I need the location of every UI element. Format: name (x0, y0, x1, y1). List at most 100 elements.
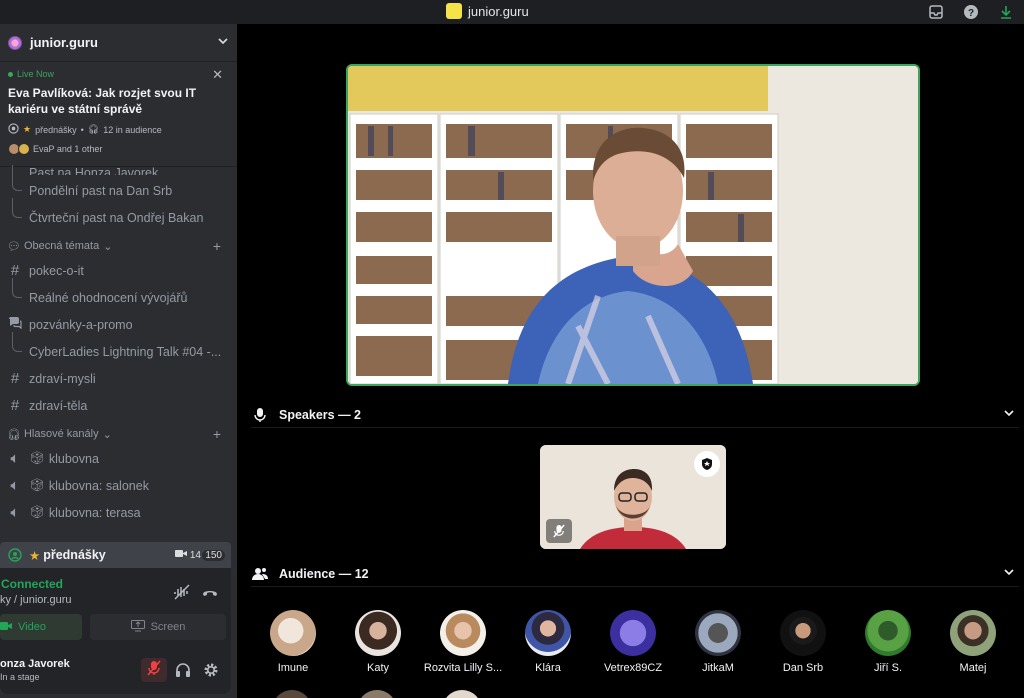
channel-label: pokec-o-it (29, 263, 84, 278)
live-stage-card[interactable]: Live Now ✕ Eva Pavlíková: Jak rozjet svo… (0, 63, 237, 167)
audience-member[interactable]: Jiří S. (843, 610, 933, 674)
channel-pozvanky[interactable]: pozvánky-a-promo (0, 311, 237, 338)
connection-location: ky / junior.guru (0, 594, 72, 606)
channel-label: přednášky (43, 548, 106, 562)
avatar (695, 610, 741, 656)
avatar (270, 610, 316, 656)
audience-section-header[interactable]: Audience — 12 (251, 561, 1019, 587)
connection-status[interactable]: Connected (1, 577, 63, 591)
speaker-icon: 🔈︎ (10, 450, 20, 467)
title-bar: junior.guru ? (0, 0, 1024, 24)
audience-member[interactable]: JitkaM (673, 610, 763, 674)
inbox-icon[interactable] (927, 3, 945, 21)
thread-label: Pondělní past na Dan Srb (29, 183, 173, 198)
server-header[interactable]: junior.guru (0, 24, 237, 62)
avatar (355, 610, 401, 656)
server-name: junior.guru (30, 35, 98, 50)
audience-member[interactable]: Rozvita Lilly S... (418, 610, 508, 674)
stage-video-feed[interactable] (346, 64, 920, 386)
voice-channel-terasa[interactable]: 🔈︎ 🎲︎ klubovna: terasa (0, 499, 237, 526)
video-button[interactable]: Video (0, 614, 82, 640)
speakers-header-text: Speakers — 2 (279, 407, 361, 422)
audience-name: Klára (535, 662, 561, 674)
audience-member[interactable]: Matej (928, 610, 1018, 674)
avatar[interactable] (272, 690, 312, 698)
camera-count-text: 14 (189, 549, 201, 561)
dice-icon: 🎲︎ (29, 478, 45, 492)
channel-label: zdraví-mysli (29, 371, 96, 386)
thread-connector (12, 278, 22, 298)
thread-connector (12, 332, 22, 352)
add-channel-icon[interactable]: + (213, 238, 221, 254)
user-count: 150 (202, 549, 225, 561)
help-icon[interactable]: ? (962, 3, 980, 21)
screen-share-button[interactable]: Screen (90, 614, 226, 640)
voice-channel-klubovna[interactable]: 🔈︎ 🎲︎ klubovna (0, 445, 237, 472)
forum-icon (6, 316, 24, 334)
audience-member[interactable]: Imune (248, 610, 338, 674)
channel-label: pozvánky-a-promo (29, 317, 133, 332)
avatar (525, 610, 571, 656)
category-label: Obecná témata (23, 240, 100, 252)
channel-zdravi-tela[interactable]: # zdraví-těla (0, 392, 237, 419)
category-voice[interactable]: 🎧︎ Hlasové kanály ⌄ + (0, 423, 237, 445)
svg-text:?: ? (968, 8, 974, 19)
channel-zdravi-mysli[interactable]: # zdraví-mysli (0, 365, 237, 392)
camera-count: 14 (174, 549, 201, 561)
live-channel: přednášky (35, 124, 77, 135)
audience-member[interactable]: Dan Srb (758, 610, 848, 674)
channel-pokec-o-it[interactable]: # pokec-o-it (0, 257, 237, 284)
headphones-icon[interactable] (173, 660, 193, 680)
audience-member[interactable]: Vetrex89CZ (588, 610, 678, 674)
audience-name: Katy (366, 662, 389, 674)
live-title: Eva Pavlíková: Jak rozjet svou IT kariér… (8, 86, 197, 116)
close-icon[interactable]: ✕ (212, 67, 223, 83)
thread-item[interactable]: Reálné ohodnocení vývojářů (0, 278, 237, 311)
chevron-down-icon[interactable] (217, 34, 229, 52)
separator: • (80, 124, 84, 135)
avatar (18, 143, 30, 155)
thread-item[interactable]: CyberLadies Lightning Talk #04 -... (0, 332, 237, 365)
mute-button[interactable] (141, 658, 167, 682)
speaker-tile[interactable] (540, 445, 726, 549)
gear-icon[interactable] (201, 660, 221, 680)
chevron-down-icon[interactable] (1003, 566, 1015, 581)
disconnect-icon[interactable] (200, 582, 220, 602)
live-meta: ★ přednášky • 🎧︎ 12 in audience (8, 123, 229, 136)
user-status: In a stage (0, 672, 40, 682)
avatar (780, 610, 826, 656)
avatar[interactable] (357, 690, 397, 698)
speakers-section-header[interactable]: Speakers — 2 (251, 402, 1019, 428)
live-users: EvaP and 1 other (8, 143, 229, 155)
audience-name: Vetrex89CZ (603, 662, 663, 674)
app-logo-icon (446, 3, 462, 19)
audience-member[interactable]: Klára (503, 610, 593, 674)
audience-name: Rozvita Lilly S... (423, 662, 503, 674)
chevron-down-icon[interactable] (1003, 407, 1015, 422)
camera-icon (174, 549, 187, 561)
mic-muted-icon (546, 519, 572, 543)
user-name[interactable]: onza Javorek (0, 658, 70, 670)
speaker-icon: 🔈︎ (10, 504, 20, 521)
screen-share-icon (130, 619, 145, 635)
noise-suppression-icon[interactable] (172, 582, 192, 602)
add-channel-icon[interactable]: + (213, 426, 221, 442)
mic-muted-icon (147, 659, 161, 681)
thread-item[interactable]: Pondělní past na Dan Srb (0, 165, 237, 204)
screen-button-label: Screen (150, 621, 186, 633)
thread-item[interactable]: Čtvrteční past na Ondřej Bakan (0, 198, 237, 231)
hash-icon: # (10, 397, 20, 414)
thread-label: Čtvrteční past na Ondřej Bakan (29, 210, 204, 225)
voice-panel: Connected ky / junior.guru Video Screen … (0, 568, 231, 694)
headphones-icon: 🎧︎ (7, 428, 21, 441)
live-dot-icon (8, 71, 13, 77)
thread-connector (12, 165, 22, 191)
category-general[interactable]: 💬︎ Obecná témata ⌄ + (0, 235, 237, 257)
voice-channel-salonek[interactable]: 🔈︎ 🎲︎ klubovna: salonek (0, 472, 237, 499)
stage-channel-prednasky[interactable]: ★ přednášky 14 150 (0, 542, 231, 568)
audience-member[interactable]: Katy (333, 610, 423, 674)
audience-name: Imune (277, 662, 309, 674)
avatar[interactable] (442, 690, 482, 698)
thread-item[interactable]: Past na Honza Javorek... (0, 167, 237, 175)
download-icon[interactable] (997, 3, 1015, 21)
